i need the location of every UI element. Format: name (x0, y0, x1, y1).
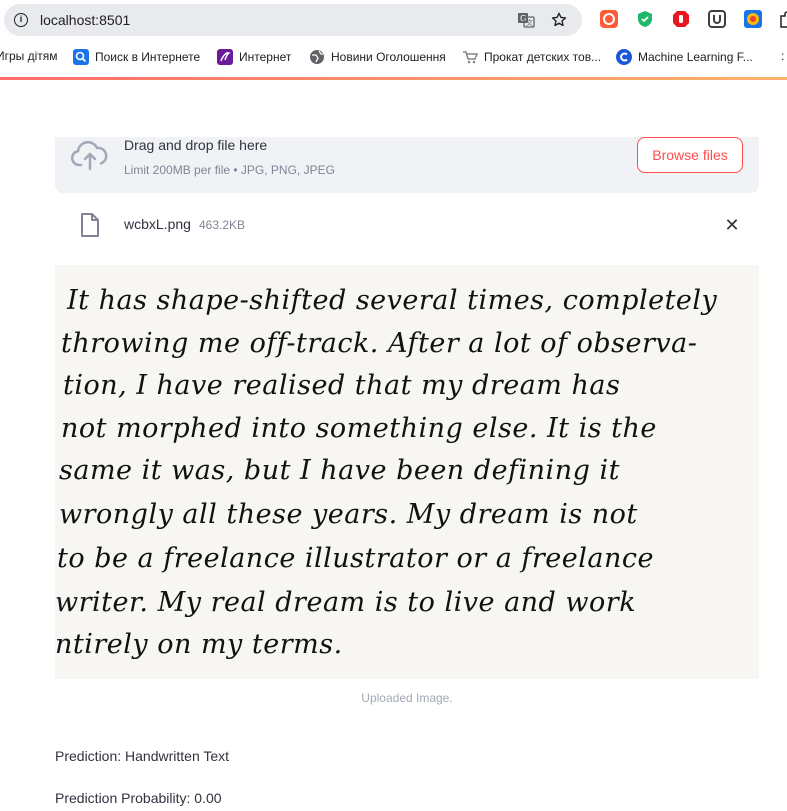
bookmark-label: Интернет (239, 50, 292, 64)
handwritten-line: to be a freelance illustrator or a freel… (57, 543, 654, 574)
handwritten-line: It has shape-shifted several times, comp… (67, 285, 718, 316)
handwritten-line: ntirely on my terms. (55, 629, 343, 660)
bookmark-item[interactable]: Новини Оголошення (309, 49, 446, 65)
bookmark-label: Machine Learning F... (638, 50, 753, 64)
file-size: 463.2KB (199, 218, 246, 232)
bookmark-item[interactable]: Прокат детских тов... (462, 49, 601, 65)
file-limit-text: Limit 200MB per file • JPG, PNG, JPEG (124, 163, 335, 177)
bookmark-item[interactable]: Игры дітям (0, 49, 58, 63)
image-caption: Uploaded Image. (361, 691, 453, 705)
url-text[interactable]: localhost:8501 (40, 12, 130, 28)
address-bar[interactable]: i localhost:8501 G文 (4, 4, 582, 36)
translate-icon[interactable]: G文 (516, 10, 536, 30)
extension-u-icon[interactable] (708, 10, 726, 28)
bookmarks-bar: Игры дітям Поиск в Интернете Интернет Но… (0, 44, 787, 70)
svg-text:文: 文 (526, 18, 533, 27)
handwritten-line: throwing me off-track. After a lot of ob… (61, 328, 698, 359)
browser-chrome: i localhost:8501 G文 Игры дітям Поиск в И… (0, 0, 787, 80)
extension-puzzle-icon[interactable] (778, 10, 787, 28)
globe-icon (310, 50, 324, 64)
handwritten-line: tion, I have realised that my dream has (63, 370, 621, 401)
bookmarks-overflow[interactable]: : (781, 49, 784, 63)
prediction-text: Prediction: Handwritten Text (55, 748, 230, 764)
bookmark-label: Поиск в Интернете (95, 50, 201, 64)
cloud-upload-icon (71, 141, 108, 171)
browse-files-button[interactable]: Browse files (637, 137, 743, 173)
bookmark-item[interactable]: Machine Learning F... (616, 49, 753, 65)
c-logo-icon (616, 49, 632, 65)
handwritten-line: not morphed into something else. It is t… (61, 413, 657, 444)
handwritten-line: writer. My real dream is to live and wor… (55, 587, 637, 618)
handwritten-line: wrongly all these years. My dream is not (59, 499, 638, 530)
prediction-probability-text: Prediction Probability: 0.00 (55, 790, 222, 806)
uploaded-file-row: wcbxL.png 463.2KB ✕ (55, 207, 759, 243)
remove-file-icon[interactable]: ✕ (723, 216, 741, 234)
file-uploader-dropzone[interactable]: Drag and drop file here Limit 200MB per … (55, 137, 759, 193)
bookmark-item[interactable]: Поиск в Интернете (73, 49, 200, 65)
bookmark-star-icon[interactable] (549, 10, 569, 30)
bookmark-label: Прокат детских тов... (484, 50, 602, 64)
cart-icon (463, 51, 478, 64)
bookmark-item[interactable]: Интернет (217, 49, 291, 65)
search-icon (73, 49, 89, 65)
file-name: wcbxL.png (124, 216, 191, 232)
extension-colorful-icon[interactable] (744, 10, 762, 28)
uploaded-image: It has shape-shifted several times, comp… (55, 265, 759, 679)
extension-opera-icon[interactable] (600, 10, 618, 28)
file-icon (81, 213, 99, 237)
drag-drop-instructions: Drag and drop file here (124, 137, 268, 153)
handwritten-line: same it was, but I have been defining it (59, 455, 620, 486)
internet-icon (217, 49, 233, 65)
bookmark-label: Игры дітям (0, 49, 58, 63)
extension-adblock-icon[interactable] (672, 10, 690, 28)
extension-shield-icon[interactable] (636, 10, 654, 28)
bookmark-label: Новини Оголошення (331, 50, 446, 64)
toolbar-divider (0, 77, 787, 80)
site-info-icon[interactable]: i (14, 13, 28, 27)
